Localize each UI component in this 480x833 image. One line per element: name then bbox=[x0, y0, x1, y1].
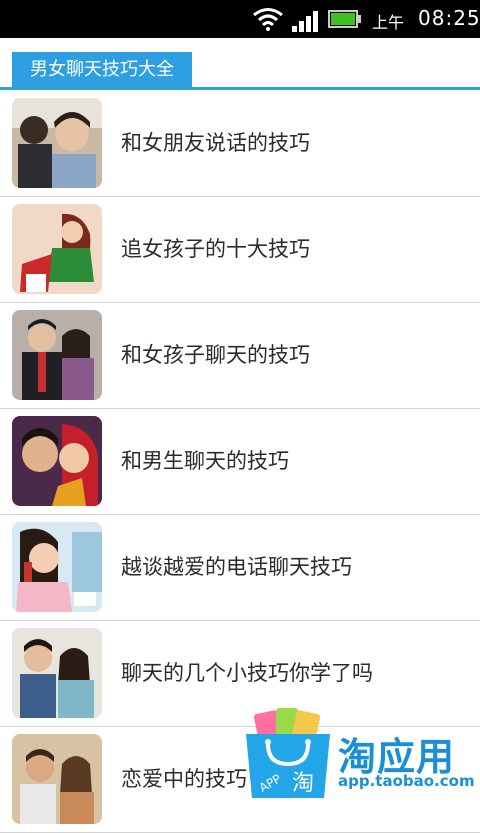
list-item[interactable]: 越谈越爱的电话聊天技巧 bbox=[0, 515, 480, 621]
thumbnail-image bbox=[12, 204, 102, 294]
page-title-tab[interactable]: 男女聊天技巧大全 bbox=[12, 52, 192, 88]
thumbnail-image bbox=[12, 310, 102, 400]
header-divider bbox=[0, 87, 480, 90]
watermark-url: app.taobao.com bbox=[338, 772, 475, 790]
thumbnail-image bbox=[12, 416, 102, 506]
header: 男女聊天技巧大全 bbox=[0, 38, 480, 90]
shopping-bag-icon: APP 淘 bbox=[246, 708, 330, 798]
list-item-title: 和男生聊天的技巧 bbox=[121, 449, 289, 473]
clock: 08:25 bbox=[418, 6, 480, 30]
list-item[interactable]: 和女朋友说话的技巧 bbox=[0, 91, 480, 197]
list-item-title: 越谈越爱的电话聊天技巧 bbox=[121, 555, 352, 579]
thumbnail-image bbox=[12, 522, 102, 612]
list-item-title: 追女孩子的十大技巧 bbox=[121, 237, 310, 261]
svg-text:淘: 淘 bbox=[292, 771, 314, 796]
thumbnail-image bbox=[12, 734, 102, 824]
status-bar: 上午 08:25 bbox=[0, 0, 480, 38]
thumbnail-image bbox=[12, 98, 102, 188]
am-pm-label: 上午 bbox=[372, 13, 405, 32]
list-item[interactable]: 和男生聊天的技巧 bbox=[0, 409, 480, 515]
list-item[interactable]: 和女孩子聊天的技巧 bbox=[0, 303, 480, 409]
list-item[interactable]: 追女孩子的十大技巧 bbox=[0, 197, 480, 303]
battery-icon bbox=[328, 10, 361, 28]
list-item-title: 和女孩子聊天的技巧 bbox=[121, 343, 310, 367]
list-item-title: 和女朋友说话的技巧 bbox=[121, 131, 310, 155]
wifi-icon bbox=[253, 8, 283, 31]
signal-icon bbox=[292, 11, 318, 32]
app-store-watermark: APP 淘 淘应用 app.taobao.com bbox=[242, 706, 480, 800]
thumbnail-image bbox=[12, 628, 102, 718]
